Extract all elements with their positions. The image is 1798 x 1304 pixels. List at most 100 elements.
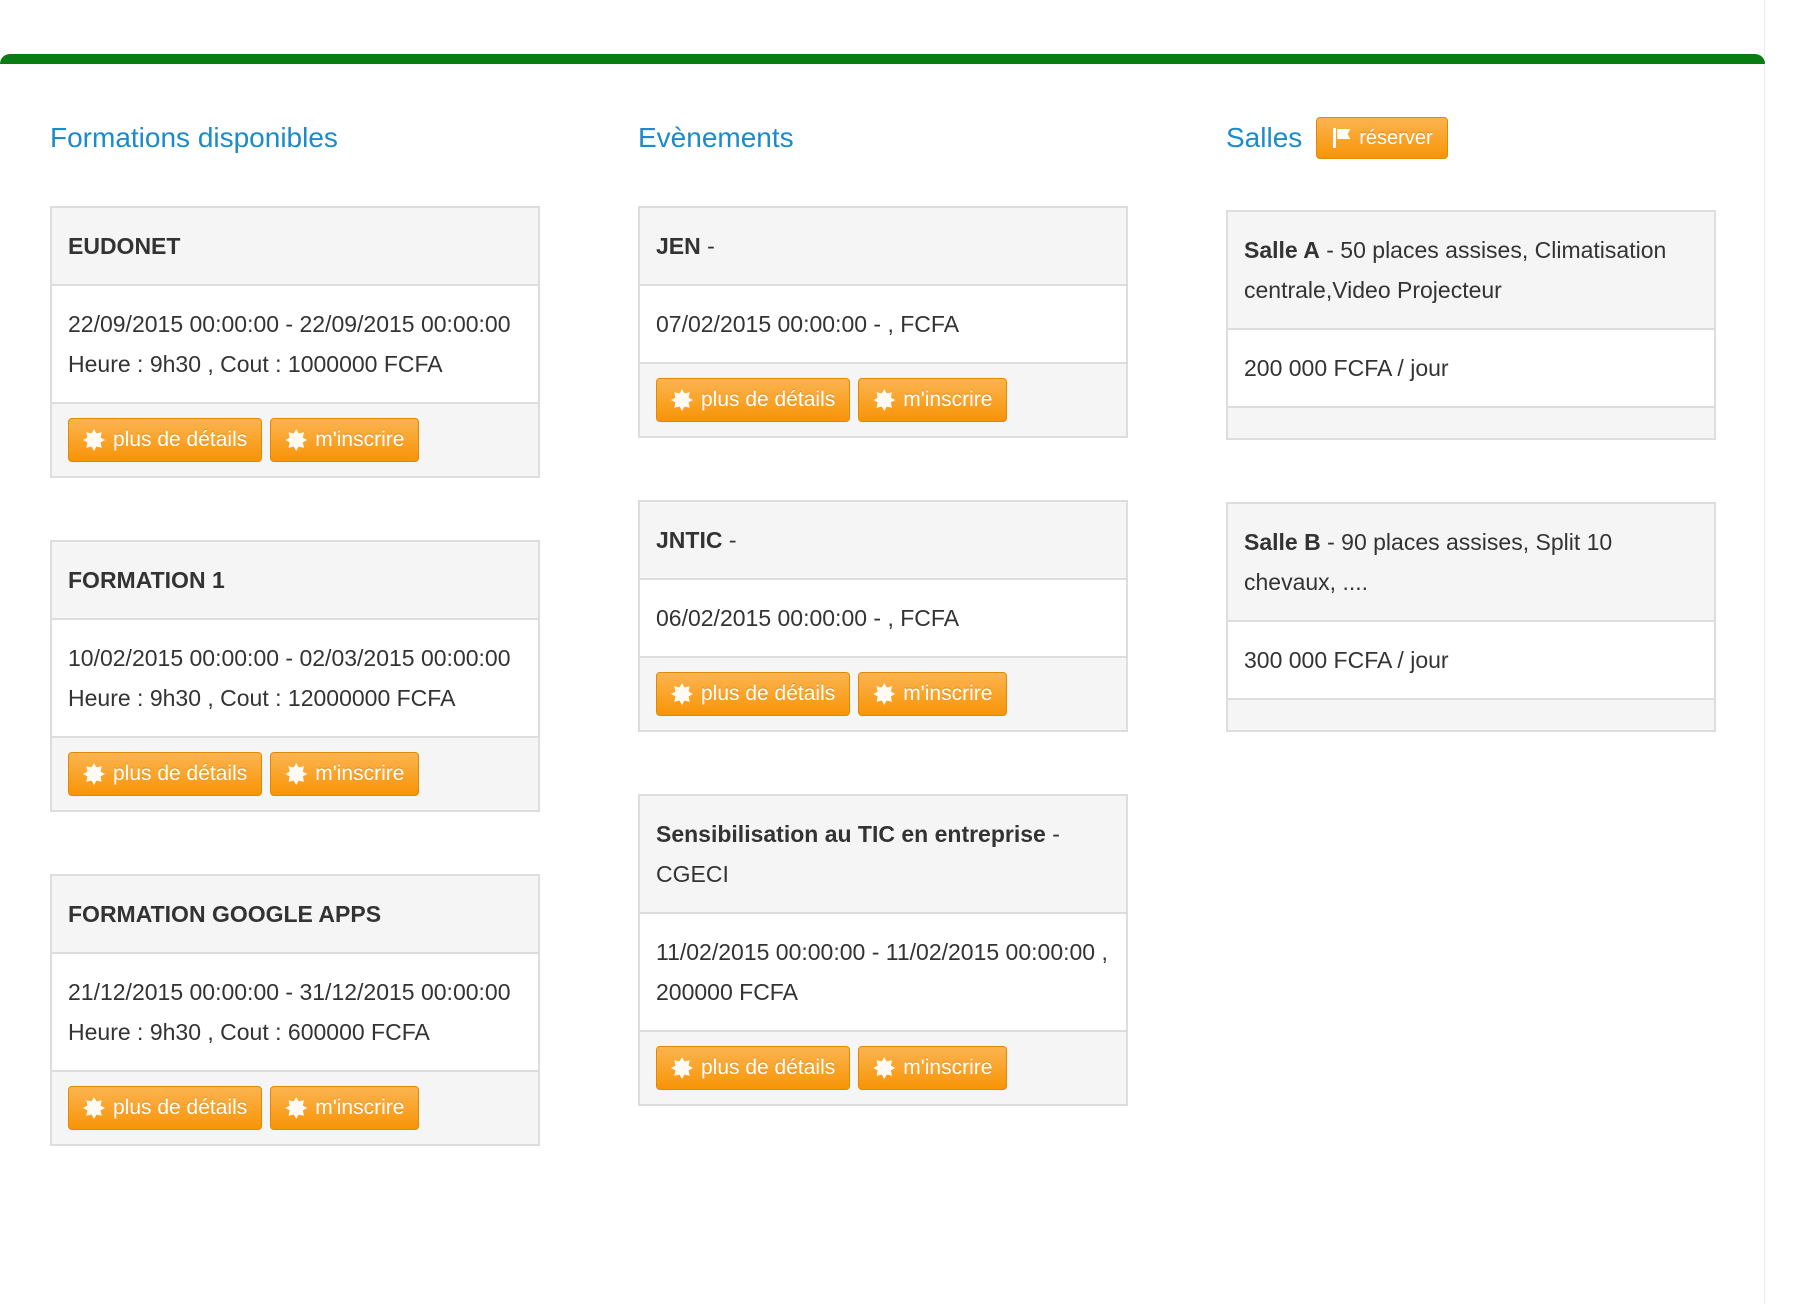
formation-card-body: 22/09/2015 00:00:00 - 22/09/2015 00:00:0… — [52, 286, 538, 402]
room-name: Salle A — [1244, 237, 1320, 263]
event-card-body: 11/02/2015 00:00:00 - 11/02/2015 00:00:0… — [640, 914, 1126, 1030]
event-card-footer: plus de détails m'inscrire — [640, 1030, 1126, 1104]
burst-icon — [285, 429, 308, 451]
formation-card-footer: plus de détails m'inscrire — [52, 402, 538, 476]
formation-info: Heure : 9h30 , Cout : 12000000 FCFA — [68, 685, 456, 711]
formation-card-footer: plus de détails m'inscrire — [52, 736, 538, 810]
events-column: Evènements JEN - 07/02/2015 00:00:00 - ,… — [638, 116, 1128, 1168]
formation-card: EUDONET 22/09/2015 00:00:00 - 22/09/2015… — [50, 206, 540, 478]
formation-name: FORMATION GOOGLE APPS — [68, 901, 382, 927]
reserve-button[interactable]: réserver — [1316, 117, 1448, 159]
details-button-label: plus de détails — [113, 762, 248, 785]
formation-card-header: FORMATION GOOGLE APPS — [52, 876, 538, 954]
register-button-label: m'inscrire — [903, 1056, 993, 1079]
event-name: Sensibilisation au TIC en entreprise — [656, 821, 1046, 847]
details-button[interactable]: plus de détails — [68, 418, 263, 462]
room-card-header: Salle B - 90 places assises, Split 10 ch… — [1228, 504, 1714, 622]
details-button[interactable]: plus de détails — [68, 752, 263, 796]
register-button[interactable]: m'inscrire — [270, 418, 420, 462]
register-button-label: m'inscrire — [903, 682, 993, 705]
register-button[interactable]: m'inscrire — [858, 1046, 1008, 1090]
event-card: JNTIC - 06/02/2015 00:00:00 - , FCFA plu… — [638, 500, 1128, 732]
register-button-label: m'inscrire — [315, 1096, 405, 1119]
formation-card-header: FORMATION 1 — [52, 542, 538, 620]
burst-icon — [285, 1097, 308, 1119]
event-card: JEN - 07/02/2015 00:00:00 - , FCFA plus … — [638, 206, 1128, 438]
event-card: Sensibilisation au TIC en entreprise - C… — [638, 794, 1128, 1106]
room-card-footer — [1228, 406, 1714, 438]
room-card: Salle B - 90 places assises, Split 10 ch… — [1226, 502, 1716, 732]
formations-list: EUDONET 22/09/2015 00:00:00 - 22/09/2015… — [50, 206, 540, 1146]
register-button-label: m'inscrire — [315, 428, 405, 451]
formation-card-footer: plus de détails m'inscrire — [52, 1070, 538, 1144]
register-button-label: m'inscrire — [315, 762, 405, 785]
details-button[interactable]: plus de détails — [656, 672, 851, 716]
burst-icon — [873, 1057, 896, 1079]
details-button[interactable]: plus de détails — [68, 1086, 263, 1130]
room-card-body: 300 000 FCFA / jour — [1228, 622, 1714, 698]
room-card-body: 200 000 FCFA / jour — [1228, 330, 1714, 406]
details-button[interactable]: plus de détails — [656, 378, 851, 422]
burst-icon — [83, 1097, 105, 1119]
formation-dates: 22/09/2015 00:00:00 - 22/09/2015 00:00:0… — [68, 311, 511, 337]
formations-title: Formations disponibles — [50, 122, 338, 153]
details-button-label: plus de détails — [113, 1096, 248, 1119]
event-details: 07/02/2015 00:00:00 - , FCFA — [656, 311, 960, 337]
room-card-header: Salle A - 50 places assises, Climatisati… — [1228, 212, 1714, 330]
burst-icon — [83, 429, 105, 451]
formation-name: FORMATION 1 — [68, 567, 225, 593]
event-card-footer: plus de détails m'inscrire — [640, 362, 1126, 436]
room-price: 200 000 FCFA / jour — [1244, 355, 1449, 381]
register-button-label: m'inscrire — [903, 388, 993, 411]
room-name: Salle B — [1244, 529, 1321, 555]
rooms-title-row: Salles réserver — [1226, 116, 1716, 160]
register-button[interactable]: m'inscrire — [858, 672, 1008, 716]
burst-icon — [671, 1057, 693, 1079]
burst-icon — [671, 389, 693, 411]
event-card-body: 07/02/2015 00:00:00 - , FCFA — [640, 286, 1126, 362]
burst-icon — [285, 763, 308, 785]
register-button[interactable]: m'inscrire — [858, 378, 1008, 422]
event-card-header: JEN - — [640, 208, 1126, 286]
formation-dates: 21/12/2015 00:00:00 - 31/12/2015 00:00:0… — [68, 979, 511, 1005]
register-button[interactable]: m'inscrire — [270, 752, 420, 796]
formation-dates: 10/02/2015 00:00:00 - 02/03/2015 00:00:0… — [68, 645, 511, 671]
event-name: JNTIC — [656, 527, 723, 553]
flag-icon — [1331, 128, 1351, 148]
event-name: JEN — [656, 233, 701, 259]
details-button[interactable]: plus de détails — [656, 1046, 851, 1090]
top-green-bar — [0, 54, 1765, 64]
details-button-label: plus de détails — [113, 428, 248, 451]
events-title: Evènements — [638, 122, 794, 153]
event-card-header: JNTIC - — [640, 502, 1126, 580]
details-button-label: plus de détails — [701, 388, 836, 411]
events-list: JEN - 07/02/2015 00:00:00 - , FCFA plus … — [638, 206, 1128, 1106]
rooms-list: Salle A - 50 places assises, Climatisati… — [1226, 210, 1716, 732]
burst-icon — [873, 389, 896, 411]
burst-icon — [873, 683, 896, 705]
formation-name: EUDONET — [68, 233, 181, 259]
event-card-footer: plus de détails m'inscrire — [640, 656, 1126, 730]
register-button[interactable]: m'inscrire — [270, 1086, 420, 1130]
formations-column: Formations disponibles EUDONET 22/09/201… — [50, 116, 540, 1208]
event-card-body: 06/02/2015 00:00:00 - , FCFA — [640, 580, 1126, 656]
formation-info: Heure : 9h30 , Cout : 1000000 FCFA — [68, 351, 443, 377]
rooms-column: Salles réserver Salle A - 50 places assi… — [1226, 116, 1716, 794]
room-price: 300 000 FCFA / jour — [1244, 647, 1449, 673]
burst-icon — [83, 763, 105, 785]
details-button-label: plus de détails — [701, 682, 836, 705]
details-button-label: plus de détails — [701, 1056, 836, 1079]
event-organizer: - — [700, 233, 715, 259]
rooms-title: Salles — [1226, 122, 1303, 153]
page: Formations disponibles EUDONET 22/09/201… — [0, 0, 1765, 1304]
event-details: 11/02/2015 00:00:00 - 11/02/2015 00:00:0… — [656, 939, 1108, 1005]
event-organizer: - — [722, 527, 737, 553]
formation-card: FORMATION GOOGLE APPS 21/12/2015 00:00:0… — [50, 874, 540, 1146]
room-card: Salle A - 50 places assises, Climatisati… — [1226, 210, 1716, 440]
event-details: 06/02/2015 00:00:00 - , FCFA — [656, 605, 960, 631]
room-card-footer — [1228, 698, 1714, 730]
event-card-header: Sensibilisation au TIC en entreprise - C… — [640, 796, 1126, 914]
formation-card-body: 10/02/2015 00:00:00 - 02/03/2015 00:00:0… — [52, 620, 538, 736]
burst-icon — [671, 683, 693, 705]
formation-card-header: EUDONET — [52, 208, 538, 286]
